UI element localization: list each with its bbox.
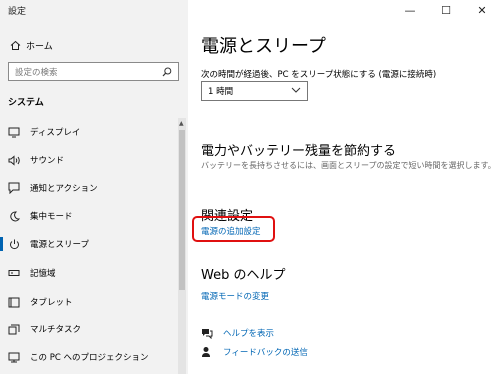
storage-icon [7,269,21,277]
section-title-system: システム [8,98,44,108]
get-help-row[interactable]: ヘルプを表示 [201,326,274,340]
search-placeholder: 設定の検索 [15,67,58,78]
scroll-up-arrow-icon[interactable]: ▲ [179,120,184,127]
sleep-time-dropdown[interactable]: 1 時間 [201,81,308,101]
sidebar-item-sound[interactable]: サウンド [0,149,178,171]
home-link[interactable]: ホーム [8,37,53,53]
sidebar-item-display[interactable]: ディスプレイ [0,121,178,143]
search-icon[interactable] [162,62,172,81]
save-power-heading: 電力やバッテリー残量を節約する [201,144,397,159]
notification-icon [7,182,21,194]
home-label: ホーム [26,41,53,52]
sound-icon [7,154,21,166]
sidebar-scrollbar[interactable]: ▲ [178,118,186,374]
display-icon [7,127,21,138]
sidebar-item-label: この PC へのプロジェクション [30,353,149,363]
sidebar-item-label: ディスプレイ [30,128,81,138]
tablet-icon [7,297,21,308]
sidebar-item-label: 電源とスリープ [30,240,89,250]
sidebar-item-tablet[interactable]: タブレット [0,291,178,313]
send-feedback-link[interactable]: フィードバックの送信 [223,346,308,358]
sleep-setting-label: 次の時間が経過後、PC をスリープ状態にする (電源に接続時) [201,70,437,80]
sidebar-item-label: 集中モード [30,212,73,222]
scrollbar-thumb[interactable] [179,130,185,290]
page-title: 電源とスリープ [201,36,326,57]
save-power-description: バッテリーを長持ちさせるには、画面とスリープの設定で短い時間を選択します。 [201,161,496,170]
sidebar: 設定 ホーム 設定の検索 システム ディスプレイ サウンド 通知とアクション 集… [0,0,188,374]
sidebar-item-multitask[interactable]: マルチタスク [0,318,178,340]
feedback-row[interactable]: フィードバックの送信 [201,345,308,359]
sidebar-item-notifications[interactable]: 通知とアクション [0,177,178,199]
multitask-icon [7,324,21,335]
sidebar-item-projection[interactable]: この PC へのプロジェクション [0,346,178,368]
sidebar-item-label: 記憶域 [30,269,56,279]
sidebar-item-storage[interactable]: 記憶域 [0,262,178,284]
change-power-mode-link[interactable]: 電源モードの変更 [201,290,269,302]
power-icon [7,239,21,250]
additional-power-settings-link[interactable]: 電源の追加設定 [201,225,261,237]
app-title: 設定 [8,7,27,17]
sidebar-item-label: マルチタスク [30,325,82,335]
help-chat-icon [201,328,213,339]
sleep-time-value: 1 時間 [208,87,234,97]
sidebar-item-label: 通知とアクション [30,184,98,194]
sidebar-item-power-sleep[interactable]: 電源とスリープ [0,233,178,255]
search-input[interactable]: 設定の検索 [8,62,179,81]
feedback-person-icon [201,346,213,358]
home-icon [8,40,22,51]
focus-moon-icon [7,210,21,222]
minimize-button[interactable]: — [392,0,428,20]
get-help-link[interactable]: ヘルプを表示 [223,327,274,339]
sidebar-item-label: サウンド [30,156,65,166]
close-button[interactable]: ✕ [464,0,500,20]
chevron-down-icon [291,86,301,96]
maximize-button[interactable]: ☐ [428,0,464,20]
web-help-heading: Web のヘルプ [201,268,286,283]
active-indicator [0,237,3,251]
sidebar-item-label: タブレット [30,298,73,308]
projection-icon [7,352,21,363]
sidebar-item-focus[interactable]: 集中モード [0,205,178,227]
